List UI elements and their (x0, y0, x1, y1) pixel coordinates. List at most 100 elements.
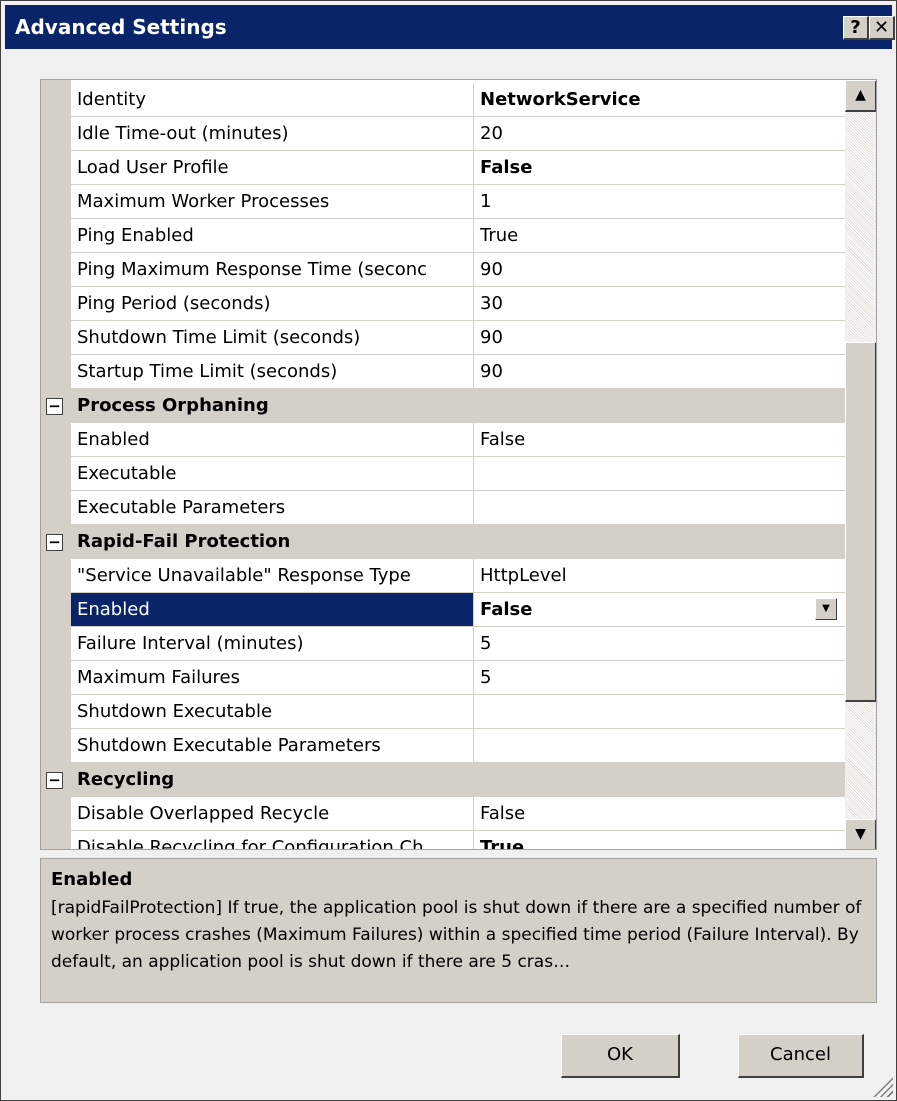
property-row[interactable]: Executable (41, 457, 845, 491)
property-row[interactable]: Shutdown Time Limit (seconds) 90 (41, 321, 845, 355)
property-value-text: 90 (480, 259, 503, 280)
property-value[interactable]: False (474, 151, 845, 185)
property-value[interactable]: 90 (474, 355, 845, 389)
scroll-thumb[interactable] (845, 342, 876, 702)
property-name[interactable]: Identity (71, 83, 474, 117)
property-value-text: 30 (480, 293, 503, 314)
property-value[interactable]: False (474, 423, 845, 457)
title-bar[interactable]: Advanced Settings ? ✕ (5, 5, 895, 49)
collapse-icon[interactable]: − (46, 534, 63, 551)
property-name[interactable]: Shutdown Executable Parameters (71, 729, 474, 763)
property-value-text: True (480, 225, 519, 246)
close-button[interactable]: ✕ (869, 16, 895, 40)
property-row[interactable]: Ping Period (seconds) 30 (41, 287, 845, 321)
category-row[interactable]: − Rapid-Fail Protection (41, 525, 845, 559)
property-row[interactable]: Failure Interval (minutes) 5 (41, 627, 845, 661)
property-row[interactable]: Enabled False ▼ (41, 593, 845, 627)
property-value-text: 1 (480, 191, 492, 212)
property-row[interactable]: Shutdown Executable Parameters (41, 729, 845, 763)
scroll-down-button[interactable]: ▼ (845, 819, 876, 849)
property-value[interactable]: True (474, 831, 845, 850)
property-value-text: False (480, 429, 526, 450)
property-name[interactable]: "Service Unavailable" Response Type (71, 559, 474, 593)
cancel-button[interactable]: Cancel (738, 1034, 864, 1078)
property-grid: Identity NetworkService Idle Time-out (min… (40, 79, 877, 850)
property-value[interactable] (474, 729, 845, 763)
property-name[interactable]: Enabled (71, 593, 474, 627)
collapse-icon[interactable]: − (46, 772, 63, 789)
property-row[interactable]: "Service Unavailable" Response Type HttpL… (41, 559, 845, 593)
property-value[interactable]: HttpLevel (474, 559, 845, 593)
property-value[interactable]: NetworkService (474, 83, 845, 117)
property-row[interactable]: Maximum Failures 5 (41, 661, 845, 695)
vertical-scrollbar[interactable]: ▲ ▼ (845, 80, 876, 849)
ok-button[interactable]: OK (561, 1034, 680, 1078)
dialog-title: Advanced Settings (15, 15, 227, 39)
category-label: Process Orphaning (77, 395, 269, 416)
property-name[interactable]: Failure Interval (minutes) (71, 627, 474, 661)
category-row[interactable]: − Recycling (41, 763, 845, 797)
property-row[interactable]: Ping Maximum Response Time (seconc 90 (41, 253, 845, 287)
property-value-text: 5 (480, 667, 492, 688)
property-row[interactable]: Shutdown Executable (41, 695, 845, 729)
property-row[interactable]: Disable Overlapped Recycle False (41, 797, 845, 831)
property-row[interactable]: Executable Parameters (41, 491, 845, 525)
description-title: Enabled (51, 869, 133, 890)
property-value-text: 90 (480, 361, 503, 382)
property-value-text: True (480, 837, 525, 850)
category-label: Recycling (77, 769, 175, 790)
property-value[interactable]: 5 (474, 661, 845, 695)
dropdown-arrow-icon[interactable]: ▼ (815, 598, 837, 620)
property-value[interactable] (474, 491, 845, 525)
property-name[interactable]: Ping Maximum Response Time (seconc (71, 253, 474, 287)
property-name[interactable]: Startup Time Limit (seconds) (71, 355, 474, 389)
property-value-text: False (480, 599, 533, 620)
property-value[interactable]: 5 (474, 627, 845, 661)
property-value-text: False (480, 803, 526, 824)
property-row[interactable]: Identity NetworkService (41, 83, 845, 117)
property-value[interactable] (474, 695, 845, 729)
property-row[interactable]: Enabled False (41, 423, 845, 457)
property-name[interactable]: Maximum Failures (71, 661, 474, 695)
property-name[interactable]: Load User Profile (71, 151, 474, 185)
property-name[interactable]: Shutdown Time Limit (seconds) (71, 321, 474, 355)
property-name[interactable]: Idle Time-out (minutes) (71, 117, 474, 151)
property-name[interactable]: Enabled (71, 423, 474, 457)
property-value-text: 90 (480, 327, 503, 348)
property-value[interactable]: 1 (474, 185, 845, 219)
property-value-text: NetworkService (480, 89, 641, 110)
property-row[interactable]: Disable Recycling for Configuration Ch Tr… (41, 831, 845, 850)
property-value[interactable]: False ▼ (474, 593, 845, 627)
property-value-text: 20 (480, 123, 503, 144)
category-row[interactable]: − Process Orphaning (41, 389, 845, 423)
property-value-text: 5 (480, 633, 492, 654)
property-name[interactable]: Ping Period (seconds) (71, 287, 474, 321)
property-value[interactable]: 20 (474, 117, 845, 151)
property-value[interactable]: 90 (474, 321, 845, 355)
help-button[interactable]: ? (843, 16, 869, 40)
property-value[interactable] (474, 457, 845, 491)
category-label: Rapid-Fail Protection (77, 531, 291, 552)
property-name[interactable]: Executable Parameters (71, 491, 474, 525)
property-name[interactable]: Disable Recycling for Configuration Ch (71, 831, 474, 849)
property-value[interactable]: False (474, 797, 845, 831)
property-name[interactable]: Executable (71, 457, 474, 491)
scroll-up-button[interactable]: ▲ (845, 80, 876, 112)
property-value[interactable]: 30 (474, 287, 845, 321)
property-value[interactable]: True (474, 219, 845, 253)
property-row[interactable]: Ping Enabled True (41, 219, 845, 253)
property-name[interactable]: Maximum Worker Processes (71, 185, 474, 219)
property-row[interactable]: Maximum Worker Processes 1 (41, 185, 845, 219)
property-name[interactable]: Ping Enabled (71, 219, 474, 253)
collapse-icon[interactable]: − (46, 398, 63, 415)
property-value[interactable]: 90 (474, 253, 845, 287)
property-name[interactable]: Disable Overlapped Recycle (71, 797, 474, 831)
property-row[interactable]: Load User Profile False (41, 151, 845, 185)
property-row[interactable]: Idle Time-out (minutes) 20 (41, 117, 845, 151)
advanced-settings-dialog: Advanced Settings ? ✕ Identity NetworkSer… (0, 0, 897, 1101)
property-row[interactable]: Startup Time Limit (seconds) 90 (41, 355, 845, 389)
property-value-text: HttpLevel (480, 565, 567, 586)
property-name[interactable]: Shutdown Executable (71, 695, 474, 729)
description-text: [rapidFailProtection] If true, the appli… (51, 898, 862, 972)
resize-grip-icon[interactable] (871, 1075, 893, 1097)
